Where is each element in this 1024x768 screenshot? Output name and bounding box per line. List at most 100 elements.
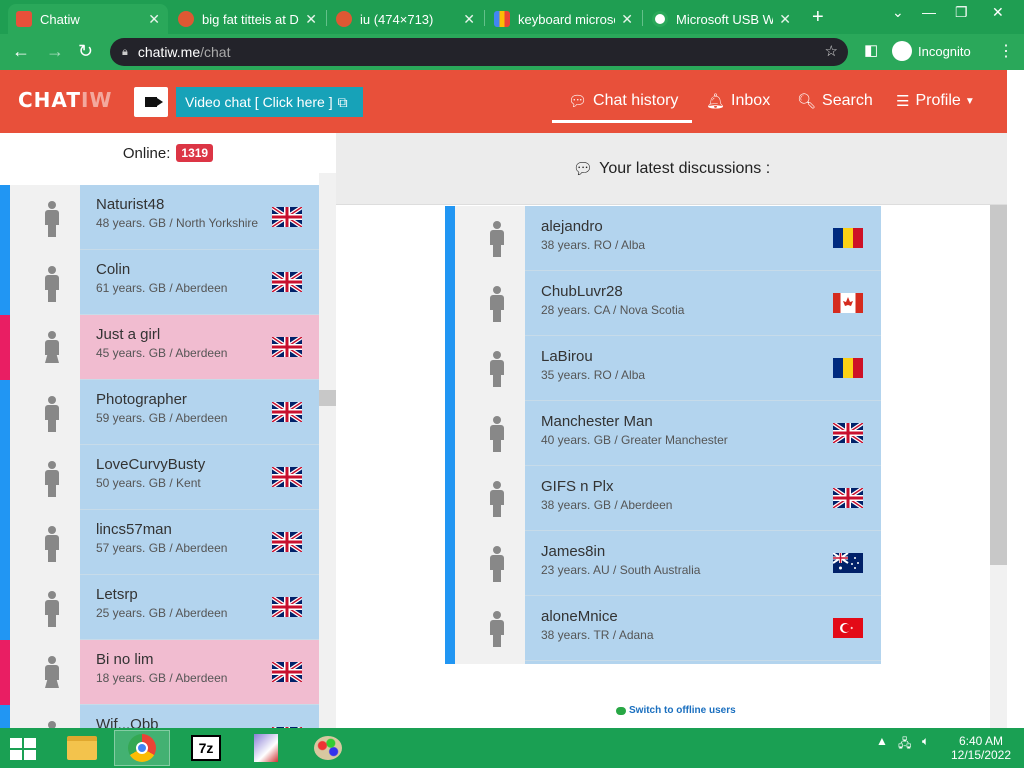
user-info: 38 years. GB / Aberdeen	[541, 498, 673, 512]
discussion-row[interactable]: Manchester Man 40 years. GB / Greater Man…	[445, 401, 881, 466]
incognito-indicator[interactable]: Incognito	[892, 41, 971, 61]
user-row[interactable]: LoveCurvyBusty 50 years. GB / Kent	[0, 445, 319, 510]
discussion-card[interactable]: GIFS n Plx 38 years. GB / Aberdeen	[525, 466, 881, 531]
tab-duckduckgo-2[interactable]: iu (474×713) ✕	[328, 4, 483, 34]
camera-button[interactable]	[134, 87, 168, 117]
discussion-card[interactable]: LaBirou 35 years. RO / Alba	[525, 336, 881, 401]
side-panel-icon[interactable]: ◧	[864, 41, 878, 59]
7zip-icon[interactable]: 7z	[178, 730, 234, 766]
gender-stripe	[0, 575, 10, 640]
tray-chevron-icon[interactable]: ▲	[876, 734, 888, 748]
discussion-row[interactable]: James8in 23 years. AU / South Australia	[445, 531, 881, 596]
flag-gb-icon	[270, 270, 304, 294]
forward-arrow-icon[interactable]: →	[46, 41, 64, 62]
discussion-card[interactable]: aloneMnice 38 years. TR / Adana	[525, 596, 881, 661]
menu-dots-icon[interactable]: ⋮	[998, 41, 1014, 61]
search-icon: 🔍︎	[797, 93, 817, 110]
flag-gb-icon	[270, 595, 304, 619]
paint-app-icon[interactable]	[238, 730, 294, 766]
user-card[interactable]: Just a girl 45 years. GB / Aberdeen	[80, 315, 319, 380]
nav-search[interactable]: 🔍︎ Search	[797, 92, 873, 110]
close-icon[interactable]: ✕	[621, 11, 633, 28]
chatiw-logo[interactable]: CHATIW	[18, 88, 113, 112]
user-card[interactable]: LoveCurvyBusty 50 years. GB / Kent	[80, 445, 319, 510]
tab-microsoft-usb[interactable]: Microsoft USB W ✕	[644, 4, 799, 34]
user-row[interactable]: Photographer 59 years. GB / Aberdeen	[0, 380, 319, 445]
tab-separator	[326, 10, 327, 26]
user-row[interactable]: Just a girl 45 years. GB / Aberdeen	[0, 315, 319, 380]
discussion-row[interactable]: ChubLuvr28 28 years. CA / Nova Scotia	[445, 271, 881, 336]
discussion-row[interactable]: LaBirou 35 years. RO / Alba	[445, 336, 881, 401]
file-explorer-icon[interactable]	[54, 730, 110, 766]
close-icon[interactable]: ✕	[779, 11, 791, 28]
user-card[interactable]: lincs57man 57 years. GB / Aberdeen	[80, 510, 319, 575]
user-card[interactable]: Wif...Obb	[80, 705, 319, 728]
tab-duckduckgo-1[interactable]: big fat titteis at D ✕	[170, 4, 325, 34]
tab-chatiw[interactable]: Chatiw ✕	[8, 4, 168, 34]
avatar	[455, 271, 525, 336]
gender-stripe	[445, 466, 455, 531]
back-arrow-icon[interactable]: ←	[12, 41, 30, 62]
user-card[interactable]: Bi no lim 18 years. GB / Aberdeen	[80, 640, 319, 705]
avatar	[455, 531, 525, 596]
user-row[interactable]: lincs57man 57 years. GB / Aberdeen	[0, 510, 319, 575]
duckduckgo-icon	[336, 11, 352, 27]
tab-title: keyboard microsc	[518, 11, 616, 27]
url-field[interactable]: 🔒︎ chatiw.me/chat ☆	[110, 38, 848, 66]
windows-start-icon[interactable]	[10, 738, 38, 760]
nav-chat-history[interactable]: 💬︎ Chat history	[568, 92, 678, 110]
user-row[interactable]: Naturist48 48 years. GB / North Yorkshire	[0, 185, 319, 250]
paint-palette-icon[interactable]	[300, 730, 356, 766]
main-scrollbar-thumb[interactable]	[990, 205, 1007, 565]
discussion-card[interactable]: Manchester Man 40 years. GB / Greater Man…	[525, 401, 881, 466]
window-close-button[interactable]: ✕	[992, 4, 1004, 21]
chrome-icon[interactable]	[114, 730, 170, 766]
star-icon[interactable]: ☆	[825, 42, 838, 60]
discussion-card[interactable]: alejandro 38 years. RO / Alba	[525, 206, 881, 271]
close-icon[interactable]: ✕	[305, 11, 317, 28]
video-chat-button[interactable]: Video chat [ Click here ] ⧉	[176, 87, 363, 117]
flag-gb-icon	[270, 660, 304, 684]
sidebar-scrollbar-track[interactable]	[319, 173, 336, 728]
clock-date: 12/15/2022	[950, 748, 1012, 762]
tab-keyboard[interactable]: keyboard microsc ✕	[486, 4, 641, 34]
restore-button[interactable]: ❐	[955, 4, 968, 21]
close-icon[interactable]: ✕	[148, 11, 160, 28]
nav-inbox[interactable]: 🔔︎ Inbox	[706, 92, 770, 110]
flag-gb-icon	[270, 465, 304, 489]
user-card[interactable]: Letsrp 25 years. GB / Aberdeen	[80, 575, 319, 640]
system-clock[interactable]: 6:40 AM 12/15/2022	[948, 734, 1014, 762]
tab-separator	[642, 10, 643, 26]
switch-offline-link[interactable]: Switch to offline users	[616, 705, 736, 716]
male-user-icon	[490, 221, 504, 257]
network-icon[interactable]: 🖧︎	[898, 734, 911, 755]
user-card[interactable]: Photographer 59 years. GB / Aberdeen	[80, 380, 319, 445]
volume-icon[interactable]: 🔈︎	[922, 734, 929, 749]
discussions-heading: Your latest discussions :	[599, 159, 771, 177]
active-nav-underline	[552, 120, 692, 123]
discussion-card[interactable]: ChubLuvr28 28 years. CA / Nova Scotia	[525, 271, 881, 336]
user-card[interactable]: Naturist48 48 years. GB / North Yorkshire	[80, 185, 319, 250]
user-row[interactable]: Wif...Obb	[0, 705, 319, 728]
user-list: Naturist48 48 years. GB / North Yorkshire…	[0, 173, 319, 728]
user-row[interactable]: Bi no lim 18 years. GB / Aberdeen	[0, 640, 319, 705]
user-card[interactable]: Colin 61 years. GB / Aberdeen	[80, 250, 319, 315]
discussion-row[interactable]: GIFS n Plx 38 years. GB / Aberdeen	[445, 466, 881, 531]
comments-icon: 💬︎	[572, 160, 594, 178]
discussion-row[interactable]: alejandro 38 years. RO / Alba	[445, 206, 881, 271]
chevron-down-icon[interactable]: ⌄	[892, 4, 904, 21]
minimize-button[interactable]: —	[922, 4, 936, 20]
nav-profile[interactable]: ☰ Profile ▼	[896, 92, 975, 110]
reload-icon[interactable]: ↻	[78, 41, 93, 62]
male-user-icon	[45, 201, 59, 237]
discussion-row[interactable]: aloneMnice 38 years. TR / Adana	[445, 596, 881, 661]
clock-time: 6:40 AM	[958, 734, 1004, 748]
user-row[interactable]: Colin 61 years. GB / Aberdeen	[0, 250, 319, 315]
new-tab-button[interactable]: +	[812, 6, 824, 29]
user-row[interactable]: Letsrp 25 years. GB / Aberdeen	[0, 575, 319, 640]
sidebar-scrollbar-thumb[interactable]	[319, 390, 336, 406]
close-icon[interactable]: ✕	[463, 11, 475, 28]
discussion-card[interactable]: James8in 23 years. AU / South Australia	[525, 531, 881, 596]
gender-stripe	[0, 705, 10, 728]
user-info: 35 years. RO / Alba	[541, 368, 646, 382]
